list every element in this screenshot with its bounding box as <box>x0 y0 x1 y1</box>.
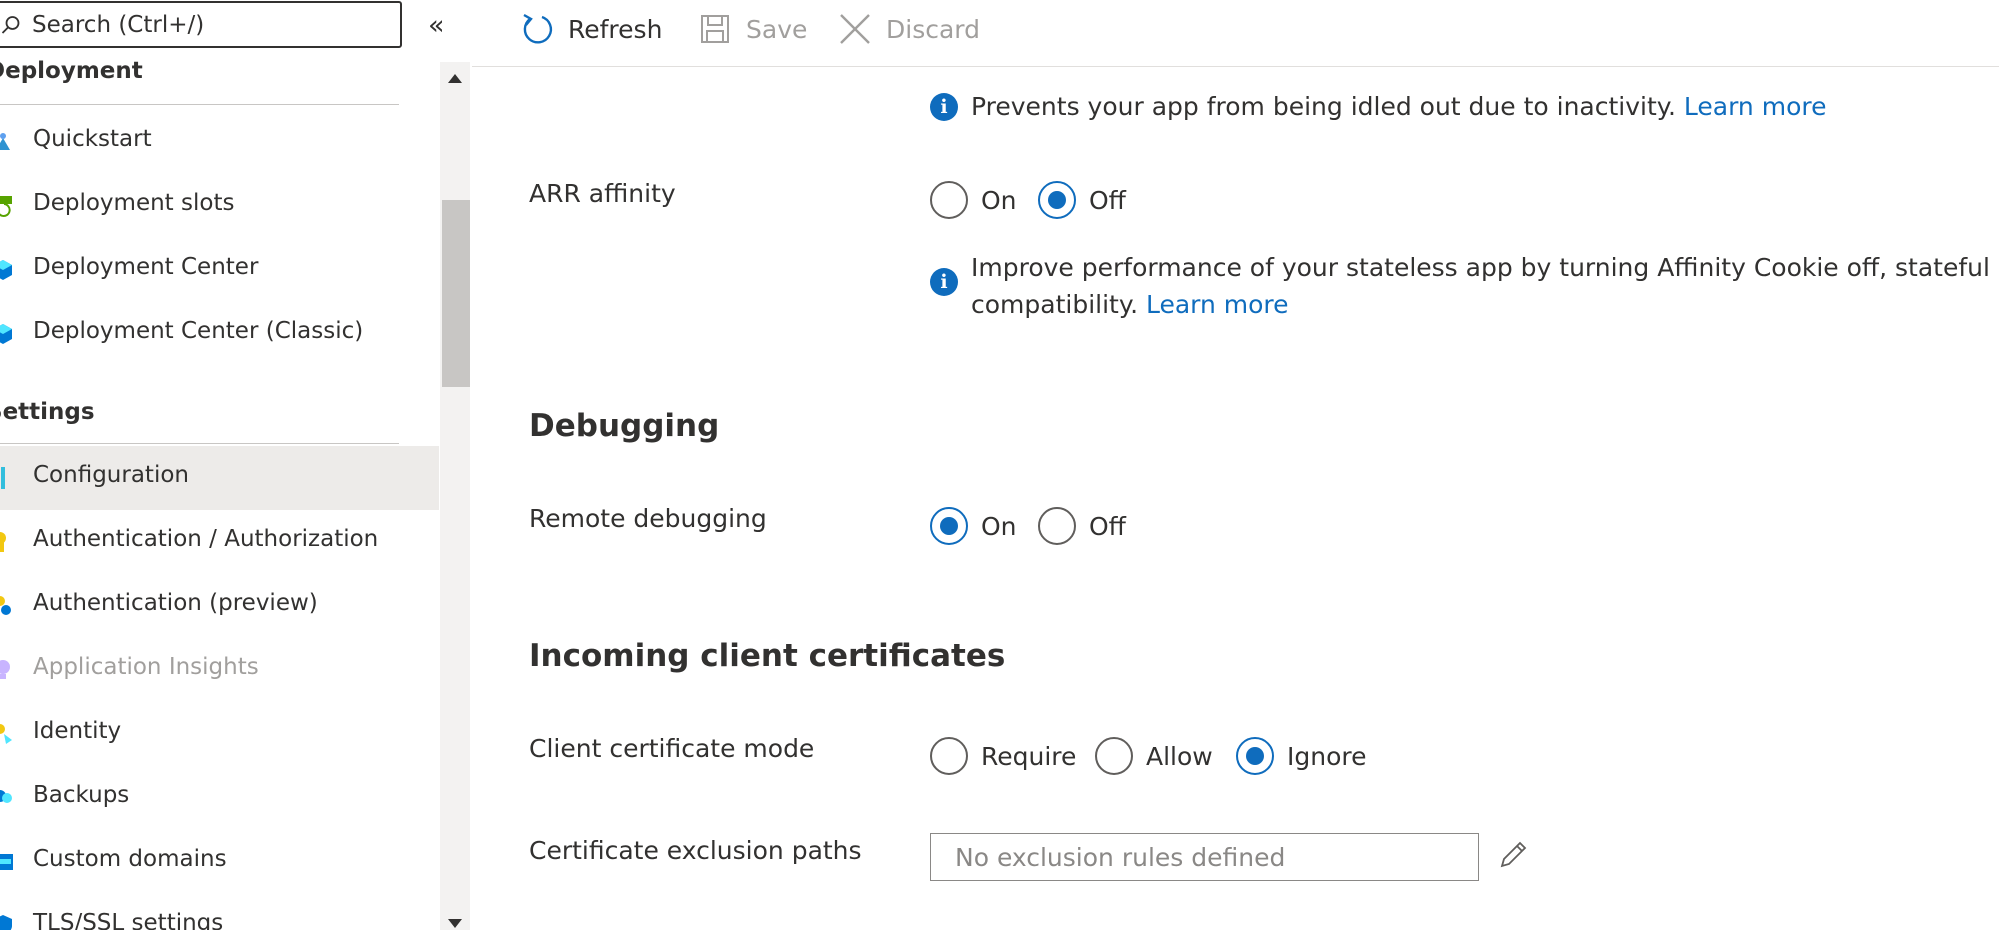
deployment-slots-icon <box>0 196 12 217</box>
sidebar-item-application-insights[interactable]: Application Insights <box>0 638 439 702</box>
remote-debugging-on-radio[interactable]: On <box>930 507 1017 545</box>
radio-label: Require <box>981 741 1077 771</box>
radio-label: On <box>981 185 1017 215</box>
info-message: Improve performance of your stateless ap… <box>971 253 1999 282</box>
learn-more-link[interactable]: Learn more <box>1684 92 1827 121</box>
sidebar-item-deployment-center[interactable]: Deployment Center <box>0 238 439 302</box>
always-on-info-text: Prevents your app from being idled out d… <box>971 88 1826 125</box>
info-icon: i <box>930 268 958 296</box>
scroll-down-arrow-icon[interactable] <box>448 919 462 928</box>
info-message: compatibility. <box>971 290 1146 319</box>
refresh-button[interactable]: Refresh <box>520 9 662 49</box>
arr-affinity-label: ARR affinity <box>529 179 676 208</box>
sidebar-item-backups[interactable]: Backups <box>0 766 439 830</box>
radio-circle[interactable] <box>930 737 968 775</box>
sidebar-item-label: Deployment slots <box>33 190 235 216</box>
deployment-center-icon <box>0 260 12 280</box>
scroll-up-arrow-icon[interactable] <box>448 74 462 83</box>
sidebar-item-deployment-slots[interactable]: Deployment slots <box>0 174 439 238</box>
configuration-icon <box>1 467 5 489</box>
shield-icon <box>0 915 12 930</box>
sidebar-item-label: Authentication / Authorization <box>33 526 379 552</box>
client-certificate-mode-label: Client certificate mode <box>529 734 815 763</box>
info-message: Prevents your app from being idled out d… <box>971 92 1684 121</box>
cloud-backup-icon <box>0 790 12 803</box>
user-key-icon <box>0 596 11 615</box>
section-settings: Settings <box>0 399 95 425</box>
refresh-label: Refresh <box>568 14 663 44</box>
sidebar-item-label: Configuration <box>33 462 189 488</box>
save-button[interactable]: Save <box>698 9 807 49</box>
pencil-edit-icon[interactable] <box>1496 838 1530 872</box>
certificate-exclusion-paths-field[interactable]: No exclusion rules defined <box>930 833 1479 881</box>
client-cert-ignore-radio[interactable]: Ignore <box>1236 737 1367 775</box>
radio-label: Off <box>1089 511 1126 541</box>
section-deployment: Deployment <box>0 58 143 84</box>
save-icon <box>701 15 729 43</box>
section-divider <box>0 443 399 444</box>
remote-debugging-off-radio[interactable]: Off <box>1038 507 1126 545</box>
quickstart-icon <box>0 133 10 150</box>
search-placeholder: Search (Ctrl+/) <box>32 12 205 38</box>
www-icon <box>0 854 13 870</box>
menu-scrollbar[interactable] <box>440 62 470 930</box>
learn-more-link[interactable]: Learn more <box>1146 290 1289 319</box>
sidebar-item-authentication-preview[interactable]: Authentication (preview) <box>0 574 439 638</box>
sidebar-item-label: Application Insights <box>33 654 259 680</box>
radio-circle[interactable] <box>930 181 968 219</box>
key-icon <box>0 532 6 552</box>
radio-label: On <box>981 511 1017 541</box>
sidebar-item-deployment-center-classic[interactable]: Deployment Center (Classic) <box>0 302 439 366</box>
sidebar-item-label: Quickstart <box>33 126 152 152</box>
incoming-client-certificates-heading: Incoming client certificates <box>529 638 1006 674</box>
sidebar-item-configuration[interactable]: Configuration <box>0 446 439 510</box>
close-icon <box>840 14 870 44</box>
radio-label: Ignore <box>1287 741 1367 771</box>
sidebar-item-label: Deployment Center <box>33 254 259 280</box>
sidebar-item-label: Custom domains <box>33 846 227 872</box>
configuration-general-settings: i Prevents your app from being idled out… <box>472 68 1999 930</box>
refresh-icon <box>523 13 553 44</box>
sidebar-item-custom-domains[interactable]: Custom domains <box>0 830 439 894</box>
debugging-heading: Debugging <box>529 408 720 444</box>
sidebar-item-label: Identity <box>33 718 122 744</box>
sidebar-item-label: Backups <box>33 782 130 808</box>
remote-debugging-label: Remote debugging <box>529 504 767 533</box>
radio-circle[interactable] <box>1038 507 1076 545</box>
section-divider <box>0 104 399 105</box>
client-cert-require-radio[interactable]: Require <box>930 737 1076 775</box>
identity-icon <box>0 724 12 744</box>
sidebar-item-authentication-authorization[interactable]: Authentication / Authorization <box>0 510 439 574</box>
sidebar-item-label: TLS/SSL settings <box>33 910 224 930</box>
radio-label: Off <box>1089 185 1126 215</box>
sidebar-item-tls-ssl-settings[interactable]: TLS/SSL settings <box>0 894 439 930</box>
radio-circle[interactable] <box>1236 737 1274 775</box>
sidebar-item-label: Authentication (preview) <box>33 590 318 616</box>
discard-button[interactable]: Discard <box>838 9 980 49</box>
collapse-menu-button[interactable]: « <box>428 12 445 39</box>
command-bar: Refresh Save Discard <box>472 0 1999 67</box>
save-label: Save <box>746 14 808 44</box>
sidebar-item-label: Deployment Center (Classic) <box>33 318 364 344</box>
client-cert-allow-radio[interactable]: Allow <box>1095 737 1213 775</box>
scrollbar-thumb[interactable] <box>442 200 470 387</box>
deployment-center-classic-icon <box>0 324 12 344</box>
info-icon: i <box>930 93 958 121</box>
arr-affinity-on-radio[interactable]: On <box>930 181 1017 219</box>
certificate-exclusion-paths-label: Certificate exclusion paths <box>529 836 862 865</box>
lightbulb-icon <box>0 660 10 679</box>
radio-label: Allow <box>1146 741 1213 771</box>
exclusion-placeholder: No exclusion rules defined <box>955 843 1286 872</box>
search-icon <box>1 16 20 34</box>
radio-circle[interactable] <box>1095 737 1133 775</box>
discard-label: Discard <box>886 14 980 44</box>
resource-menu: Search (Ctrl+/) « Deployment Quickstart … <box>0 0 470 930</box>
sidebar-item-quickstart[interactable]: Quickstart <box>0 110 439 174</box>
sidebar-item-identity[interactable]: Identity <box>0 702 439 766</box>
search-input[interactable]: Search (Ctrl+/) <box>0 1 402 48</box>
radio-circle[interactable] <box>1038 181 1076 219</box>
arr-affinity-off-radio[interactable]: Off <box>1038 181 1126 219</box>
radio-circle[interactable] <box>930 507 968 545</box>
arr-affinity-info-text: Improve performance of your stateless ap… <box>971 249 1999 323</box>
